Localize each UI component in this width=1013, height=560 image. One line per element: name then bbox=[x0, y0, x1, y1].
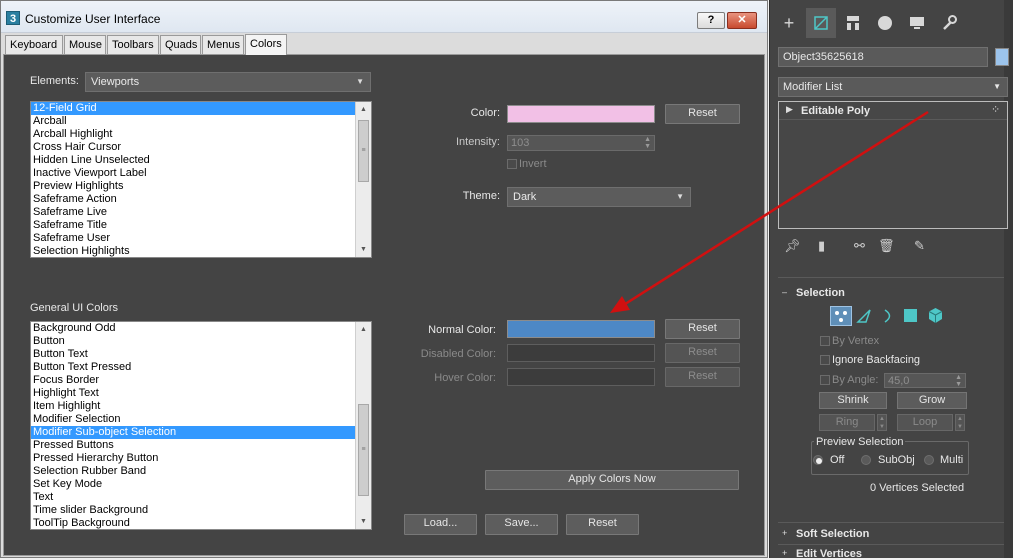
tab-colors[interactable]: Colors bbox=[245, 34, 287, 55]
annotation-arrow bbox=[610, 110, 929, 313]
